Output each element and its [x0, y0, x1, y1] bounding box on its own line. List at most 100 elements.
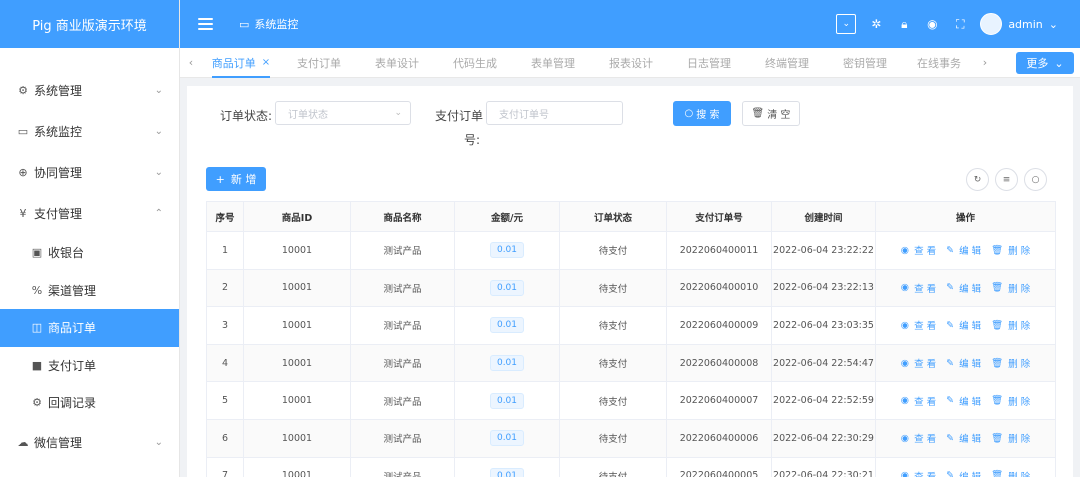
pay-no-input[interactable]: 支付订单号	[486, 101, 623, 125]
trash-icon: 🗑︎	[991, 282, 1004, 294]
fullscreen-icon[interactable]: ⛶	[952, 16, 968, 32]
trash-icon: 🗑︎	[751, 108, 765, 119]
sidebar-item-collab[interactable]: ⊕ 协同管理 ⌄	[0, 152, 179, 193]
tab-form-manage[interactable]: 表单管理	[514, 48, 592, 78]
cell-index: 6	[206, 418, 244, 458]
delete-button[interactable]: 🗑︎ 删 除	[991, 281, 1030, 295]
edit-button[interactable]: ✎ 编 辑	[946, 469, 981, 477]
sidebar-subitem-pay-order[interactable]: ■ 支付订单	[0, 347, 179, 385]
view-label: 查 看	[914, 321, 937, 333]
view-label: 查 看	[914, 434, 937, 446]
tab-label: 表单管理	[531, 56, 575, 70]
cell-actions: ◉ 查 看 ✎ 编 辑 🗑︎ 删 除	[875, 418, 1056, 458]
cell-pay-no: 2022060400005	[666, 456, 772, 477]
sidebar-item-payment[interactable]: ¥ 支付管理 ⌃	[0, 193, 179, 234]
delete-button[interactable]: 🗑︎ 删 除	[991, 356, 1030, 371]
cell-status: 待支付	[559, 343, 667, 383]
view-button[interactable]: ◉ 查 看	[901, 243, 936, 258]
table-row: 6 10001 测试产品 0.01 待支付 2022060400006 2022-06-04…	[206, 418, 1056, 458]
sidebar-subitem-channel[interactable]: % 渠道管理	[0, 272, 179, 310]
dropdown-toggle-icon[interactable]: ⌄	[836, 14, 857, 34]
search-button[interactable]: ○ 搜 索	[673, 101, 731, 126]
view-button[interactable]: ◉ 查 看	[901, 431, 937, 446]
refresh-icon[interactable]: ↻	[966, 168, 989, 191]
sidebar-subitem-goods-order[interactable]: ◫ 商品订单	[0, 309, 179, 347]
amount-tag: 0.01	[489, 392, 525, 409]
more-button[interactable]: 更多 ⌄	[1016, 52, 1074, 74]
tab-online-tx[interactable]: 在线事务	[904, 48, 974, 78]
tab-label: 商品订单	[211, 56, 256, 70]
delete-label: 删 除	[1008, 469, 1030, 477]
cell-index: 2	[206, 268, 244, 308]
sidebar-subitem-label: 支付订单	[48, 358, 97, 373]
menu-toggle-icon[interactable]	[198, 18, 213, 30]
eye-icon[interactable]: ◉	[924, 16, 940, 32]
view-button[interactable]: ◉ 查 看	[901, 281, 936, 295]
view-button[interactable]: ◉ 查 看	[901, 318, 937, 333]
monitor-icon: ▭	[239, 17, 250, 31]
tab-pay-order[interactable]: 支付订单	[280, 48, 358, 78]
tab-form-design[interactable]: 表单设计	[358, 48, 436, 78]
edit-button[interactable]: ✎ 编 辑	[946, 243, 981, 258]
sidebar-item-monitor[interactable]: ▭ 系统监控 ⌄	[0, 111, 179, 152]
column-header: 订单状态	[559, 201, 667, 232]
tab-code-gen[interactable]: 代码生成	[436, 48, 514, 78]
lock-icon[interactable]: 🔒︎	[896, 16, 912, 32]
delete-button[interactable]: 🗑︎ 删 除	[991, 318, 1030, 333]
edit-button[interactable]: ✎ 编 辑	[946, 281, 981, 295]
tab-label: 代码生成	[453, 56, 497, 70]
edit-label: 编 辑	[959, 469, 981, 477]
edit-button[interactable]: ✎ 编 辑	[946, 431, 981, 446]
search-icon: ○	[684, 108, 694, 119]
sidebar-subitem-label: 回调记录	[48, 396, 97, 411]
sidebar-subitem-callback[interactable]: ⚙ 回调记录	[0, 384, 179, 422]
pay-no-placeholder: 支付订单号	[499, 109, 549, 121]
amount-tag: 0.01	[489, 279, 525, 296]
top-navbar: ▭ 系统监控 ⌄ ✲ 🔒︎ ◉ ⛶ admin ⌄	[180, 0, 1080, 48]
clear-button[interactable]: 🗑︎ 清 空	[742, 101, 800, 126]
close-icon[interactable]: ×	[262, 57, 270, 68]
view-button[interactable]: ◉ 查 看	[901, 356, 936, 371]
tab-log-manage[interactable]: 日志管理	[670, 48, 748, 78]
pencil-icon: ✎	[946, 470, 955, 477]
delete-button[interactable]: 🗑︎ 删 除	[991, 394, 1030, 408]
breadcrumb[interactable]: ▭ 系统监控	[239, 16, 298, 32]
status-select[interactable]: 订单状态 ⌄	[275, 101, 411, 125]
cell-status: 待支付	[559, 306, 667, 345]
pay-no-label: 支付订单	[435, 109, 484, 123]
eye-icon: ◉	[900, 470, 910, 477]
sidebar-item-system[interactable]: ⚙ 系统管理 ⌄	[0, 70, 179, 111]
tab-scroll-left-icon[interactable]: ‹	[180, 56, 202, 69]
add-button[interactable]: + 新 增	[206, 167, 266, 191]
sidebar-subitem-cashier[interactable]: ▣ 收银台	[0, 234, 179, 272]
sidebar-item-wechat[interactable]: ☁ 微信管理 ⌄	[0, 422, 179, 463]
tab-terminal-manage[interactable]: 终端管理	[748, 48, 826, 78]
user-menu[interactable]: admin ⌄	[980, 13, 1058, 35]
search-icon[interactable]: ○	[1024, 168, 1047, 191]
cell-pay-no: 2022060400007	[666, 381, 772, 420]
bug-icon[interactable]: ✲	[868, 16, 884, 32]
delete-button[interactable]: 🗑︎ 删 除	[991, 469, 1030, 477]
chevron-down-icon: ⌄	[154, 85, 163, 96]
edit-label: 编 辑	[959, 283, 982, 295]
brand-title[interactable]: Pig 商业版演示环境	[0, 0, 179, 48]
edit-button[interactable]: ✎ 编 辑	[946, 356, 982, 371]
tab-key-manage[interactable]: 密钥管理	[826, 48, 904, 78]
edit-button[interactable]: ✎ 编 辑	[946, 318, 981, 333]
column-header: 金额/元	[454, 201, 560, 232]
tab-goods-order[interactable]: 商品订单 ×	[202, 48, 280, 78]
sidebar-item-label: 微信管理	[34, 435, 83, 450]
cell-index: 5	[206, 381, 244, 420]
tab-scroll-right-icon[interactable]: ›	[974, 56, 996, 69]
tab-report-design[interactable]: 报表设计	[592, 48, 670, 78]
delete-button[interactable]: 🗑︎ 删 除	[991, 431, 1030, 446]
edit-label: 编 辑	[959, 359, 982, 371]
delete-button[interactable]: 🗑︎ 删 除	[991, 243, 1030, 258]
chevron-up-icon: ⌃	[154, 208, 163, 219]
view-button[interactable]: ◉ 查 看	[901, 469, 936, 477]
orders-table: 序号 商品ID 商品名称 金额/元 订单状态 支付订单号 创建时间 操作 1 10…	[206, 201, 1056, 477]
edit-button[interactable]: ✎ 编 辑	[946, 394, 981, 408]
columns-icon[interactable]: ≡	[995, 168, 1018, 191]
more-label: 更多	[1026, 57, 1049, 70]
view-button[interactable]: ◉ 查 看	[901, 394, 936, 408]
